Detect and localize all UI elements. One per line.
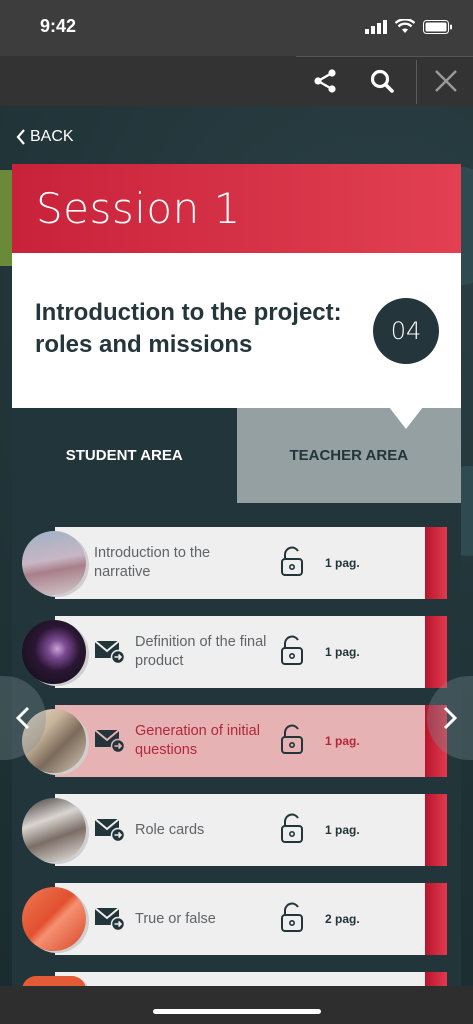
toolbar-separator xyxy=(416,60,417,104)
back-button[interactable]: BACK xyxy=(16,128,74,146)
list-item[interactable]: Role cards 1 pag. xyxy=(55,794,447,866)
session-title: Session 1 xyxy=(36,184,241,233)
close-button[interactable] xyxy=(421,56,471,106)
status-icons xyxy=(365,19,453,34)
item-label: Role cards xyxy=(135,821,205,838)
share-button[interactable] xyxy=(300,56,350,106)
tab-teacher-area[interactable]: TEACHER AREA xyxy=(236,407,461,503)
list-item[interactable]: Introduction to the narrative 1 pag. xyxy=(55,527,447,599)
item-accent xyxy=(425,794,447,866)
item-accent xyxy=(425,527,447,599)
session-header: Session 1 xyxy=(12,164,461,253)
tab-indicator xyxy=(388,407,423,429)
session-panel: Session 1 Introduction to the project: r… xyxy=(12,164,461,990)
page-count: 1 pag. xyxy=(325,823,360,837)
back-label: BACK xyxy=(30,128,74,145)
tab-student-area[interactable]: STUDENT AREA xyxy=(12,408,237,503)
share-icon xyxy=(314,69,336,93)
unlock-icon xyxy=(281,635,303,665)
thumbnail-image xyxy=(22,620,86,684)
unlock-icon xyxy=(281,813,303,843)
page-count: 1 pag. xyxy=(325,645,360,659)
session-number: 04 xyxy=(390,317,422,345)
wifi-icon xyxy=(395,19,415,33)
chevron-left-icon xyxy=(16,129,25,145)
item-label: Definition of the final product xyxy=(135,634,267,669)
signal-icon xyxy=(365,19,387,34)
thumbnail-image xyxy=(22,798,86,862)
area-tabs: STUDENT AREA TEACHER AREA xyxy=(12,407,461,503)
item-label: Generation of initial questions xyxy=(135,723,260,758)
thumbnail-image xyxy=(22,887,86,951)
mail-forward-icon xyxy=(95,907,125,931)
close-icon xyxy=(435,70,457,92)
unlock-icon xyxy=(281,724,303,754)
chevron-left-icon xyxy=(16,706,30,730)
search-button[interactable] xyxy=(357,56,407,106)
page-count: 1 pag. xyxy=(325,734,360,748)
tab-teacher-label: TEACHER AREA xyxy=(289,447,409,464)
chevron-right-icon xyxy=(443,706,457,730)
mail-forward-icon xyxy=(95,729,125,753)
tab-student-label: STUDENT AREA xyxy=(65,447,183,464)
list-item[interactable]: Generation of initial questions 1 pag. xyxy=(55,705,447,777)
item-accent xyxy=(425,616,447,688)
home-indicator[interactable] xyxy=(153,1009,321,1014)
thumbnail-image xyxy=(22,531,86,595)
item-accent xyxy=(425,883,447,955)
page-count: 2 pag. xyxy=(325,912,360,926)
status-time: 9:42 xyxy=(40,16,77,36)
search-icon xyxy=(370,69,394,93)
list-item[interactable]: Definition of the final product 1 pag. xyxy=(55,616,447,688)
home-bar xyxy=(0,986,473,1024)
top-toolbar xyxy=(0,56,473,106)
battery-icon xyxy=(423,19,452,34)
item-label: Introduction to the narrative xyxy=(94,545,211,580)
page-count: 1 pag. xyxy=(325,556,360,570)
list-item[interactable]: True or false 2 pag. xyxy=(55,883,447,955)
mail-forward-icon xyxy=(95,818,125,842)
item-label: True or false xyxy=(135,910,216,927)
status-bar: 9:42 xyxy=(0,0,473,56)
session-subtitle: Introduction to the project: roles and m… xyxy=(35,299,342,358)
session-number-badge: 04 xyxy=(373,298,439,364)
unlock-icon xyxy=(281,546,303,576)
mail-forward-icon xyxy=(95,640,125,664)
background-decoration xyxy=(0,170,12,266)
unlock-icon xyxy=(281,902,303,932)
